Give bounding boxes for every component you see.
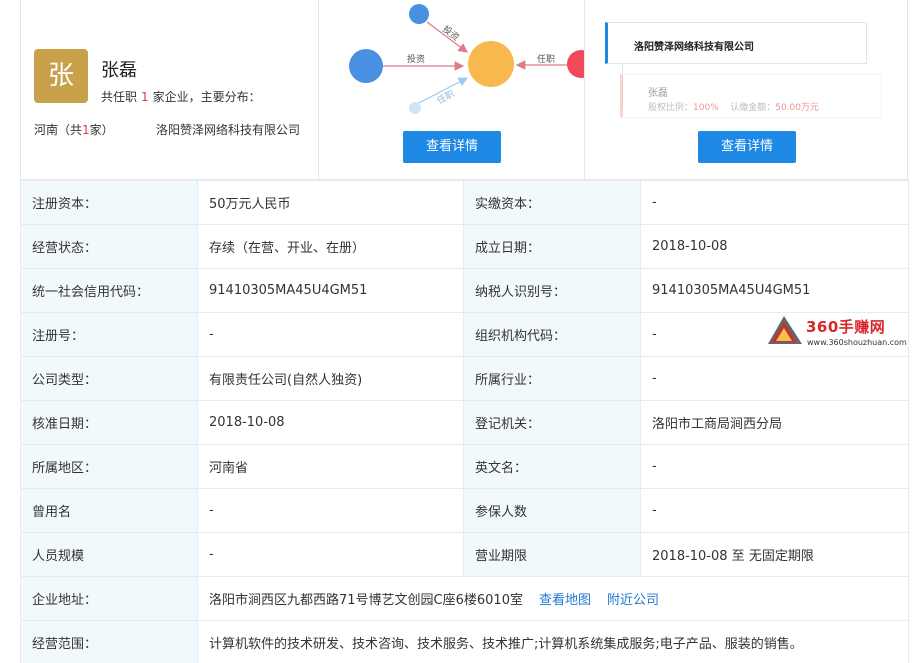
term-label: 营业期限 [463, 532, 641, 577]
company-type-label: 公司类型： [20, 356, 198, 401]
node-center[interactable] [468, 41, 514, 87]
founded-label: 成立日期： [463, 224, 641, 269]
person-company-link[interactable]: 洛阳赞泽网络科技有限公司 [156, 121, 312, 138]
edge-label-invest-1: 投资 [407, 53, 425, 65]
watermark-text: 360手赚网 [806, 318, 886, 336]
paid-capital-value: - [640, 180, 909, 225]
node-right[interactable] [567, 50, 585, 78]
node-left[interactable] [349, 49, 383, 83]
edge-label-role-2: 任职 [435, 88, 457, 107]
paid-capital-label: 实缴资本： [463, 180, 641, 225]
region-value: 河南省 [197, 444, 464, 489]
edge-label-invest-2: 投资 [440, 23, 462, 44]
company-type-value: 有限责任公司(自然人独资) [197, 356, 464, 401]
view-map-link[interactable]: 查看地图 [539, 593, 591, 608]
authority-label: 登记机关： [463, 400, 641, 445]
staff-size-value: - [197, 532, 464, 577]
registered-capital-value: 50万元人民币 [197, 180, 464, 225]
taxpayer-value: 91410305MA45U4GM51 [640, 268, 909, 313]
english-name-label: 英文名： [463, 444, 641, 489]
table-row: 所属地区： 河南省 英文名： - [20, 444, 909, 489]
region-count: 1 [82, 123, 90, 137]
business-info-table: 注册资本： 50万元人民币 实缴资本： - 经营状态： 存续（在营、开业、在册）… [20, 180, 909, 663]
authority-value: 洛阳市工商局涧西分局 [640, 400, 909, 445]
node-bottom[interactable] [409, 102, 421, 114]
insured-value: - [640, 488, 909, 533]
table-row: 经营状态： 存续（在营、开业、在册） 成立日期： 2018-10-08 [20, 224, 909, 269]
table-row: 经营范围： 计算机软件的技术研发、技术咨询、技术服务、技术推广;计算机系统集成服… [20, 620, 909, 663]
table-row: 企业地址： 洛阳市涧西区九都西路71号博艺文创园C座6楼6010室 查看地图 附近公… [20, 576, 909, 621]
node-top[interactable] [409, 4, 429, 24]
edge-label-role-1: 任职 [537, 53, 555, 65]
approval-date-value: 2018-10-08 [197, 400, 464, 445]
term-value: 2018-10-08 至 无固定期限 [640, 532, 909, 577]
relationship-graph: 投资 投资 任职 任职 查看详情 [319, 0, 585, 179]
credit-code-label: 统一社会信用代码： [20, 268, 198, 313]
address-cell: 洛阳市涧西区九都西路71号博艺文创园C座6楼6010室 查看地图 附近公司 [197, 576, 909, 621]
table-row: 曾用名 - 参保人数 - [20, 488, 909, 533]
region-label: 所属地区： [20, 444, 198, 489]
status-label: 经营状态： [20, 224, 198, 269]
former-name-label: 曾用名 [20, 488, 198, 533]
watermark-url: www.360shouzhuan.com [807, 338, 907, 347]
insured-label: 参保人数 [463, 488, 641, 533]
tree-holder-name: 张磊 [648, 88, 668, 99]
tree-company-name: 洛阳赞泽网络科技有限公司 [634, 42, 754, 53]
table-row: 公司类型： 有限责任公司(自然人独资) 所属行业： - [20, 356, 909, 401]
watermark-logo-icon [768, 316, 802, 344]
person-role-summary: 共任职 1 家企业，主要分布： [101, 90, 261, 104]
table-row: 核准日期： 2018-10-08 登记机关： 洛阳市工商局涧西分局 [20, 400, 909, 445]
taxpayer-label: 纳税人识别号： [463, 268, 641, 313]
english-name-value: - [640, 444, 909, 489]
credit-code-value: 91410305MA45U4GM51 [197, 268, 464, 313]
registered-capital-label: 注册资本： [20, 180, 198, 225]
nearby-companies-link[interactable]: 附近公司 [607, 593, 659, 608]
avatar: 张 [34, 49, 88, 103]
scope-label: 经营范围： [20, 620, 198, 663]
role-count: 1 [141, 90, 149, 104]
tree-view-details-button[interactable]: 查看详情 [698, 131, 796, 163]
reg-no-value: - [197, 312, 464, 357]
person-card: 张 张磊 共任职 1 家企业，主要分布： 河南（共1家） 洛阳赞泽网络科技有限公司 [21, 0, 319, 179]
tree-company-card[interactable]: 洛阳赞泽网络科技有限公司 [605, 22, 867, 64]
org-code-label: 组织机构代码： [463, 312, 641, 357]
industry-value: - [640, 356, 909, 401]
scope-value: 计算机软件的技术研发、技术咨询、技术服务、技术推广;计算机系统集成服务;电子产品… [197, 620, 909, 663]
founded-value: 2018-10-08 [640, 224, 909, 269]
company-summary-panel: 张 张磊 共任职 1 家企业，主要分布： 河南（共1家） 洛阳赞泽网络科技有限公司 [20, 0, 908, 180]
industry-label: 所属行业： [463, 356, 641, 401]
approval-date-label: 核准日期： [20, 400, 198, 445]
table-row: 人员规模 - 营业期限 2018-10-08 至 无固定期限 [20, 532, 909, 577]
address-value: 洛阳市涧西区九都西路71号博艺文创园C座6楼6010室 [209, 593, 523, 608]
reg-no-label: 注册号： [20, 312, 198, 357]
former-name-value: - [197, 488, 464, 533]
person-region: 河南（共1家） [34, 123, 114, 137]
table-row: 注册资本： 50万元人民币 实缴资本： - [20, 180, 909, 225]
staff-size-label: 人员规模 [20, 532, 198, 577]
table-row: 统一社会信用代码： 91410305MA45U4GM51 纳税人识别号： 914… [20, 268, 909, 313]
graph-view-details-button[interactable]: 查看详情 [403, 131, 501, 163]
tree-holder-card[interactable]: 张磊 股权比例：100% 认缴金额：50.00万元 [620, 74, 882, 118]
status-value: 存续（在营、开业、在册） [197, 224, 464, 269]
tree-holder-detail: 股权比例：100% 认缴金额：50.00万元 [648, 103, 819, 113]
equity-tree: 洛阳赞泽网络科技有限公司 张磊 股权比例：100% 认缴金额：50.00万元 查… [585, 0, 908, 179]
watermark: 360手赚网 www.360shouzhuan.com [766, 314, 912, 350]
person-name[interactable]: 张磊 [101, 56, 137, 82]
address-label: 企业地址： [20, 576, 198, 621]
